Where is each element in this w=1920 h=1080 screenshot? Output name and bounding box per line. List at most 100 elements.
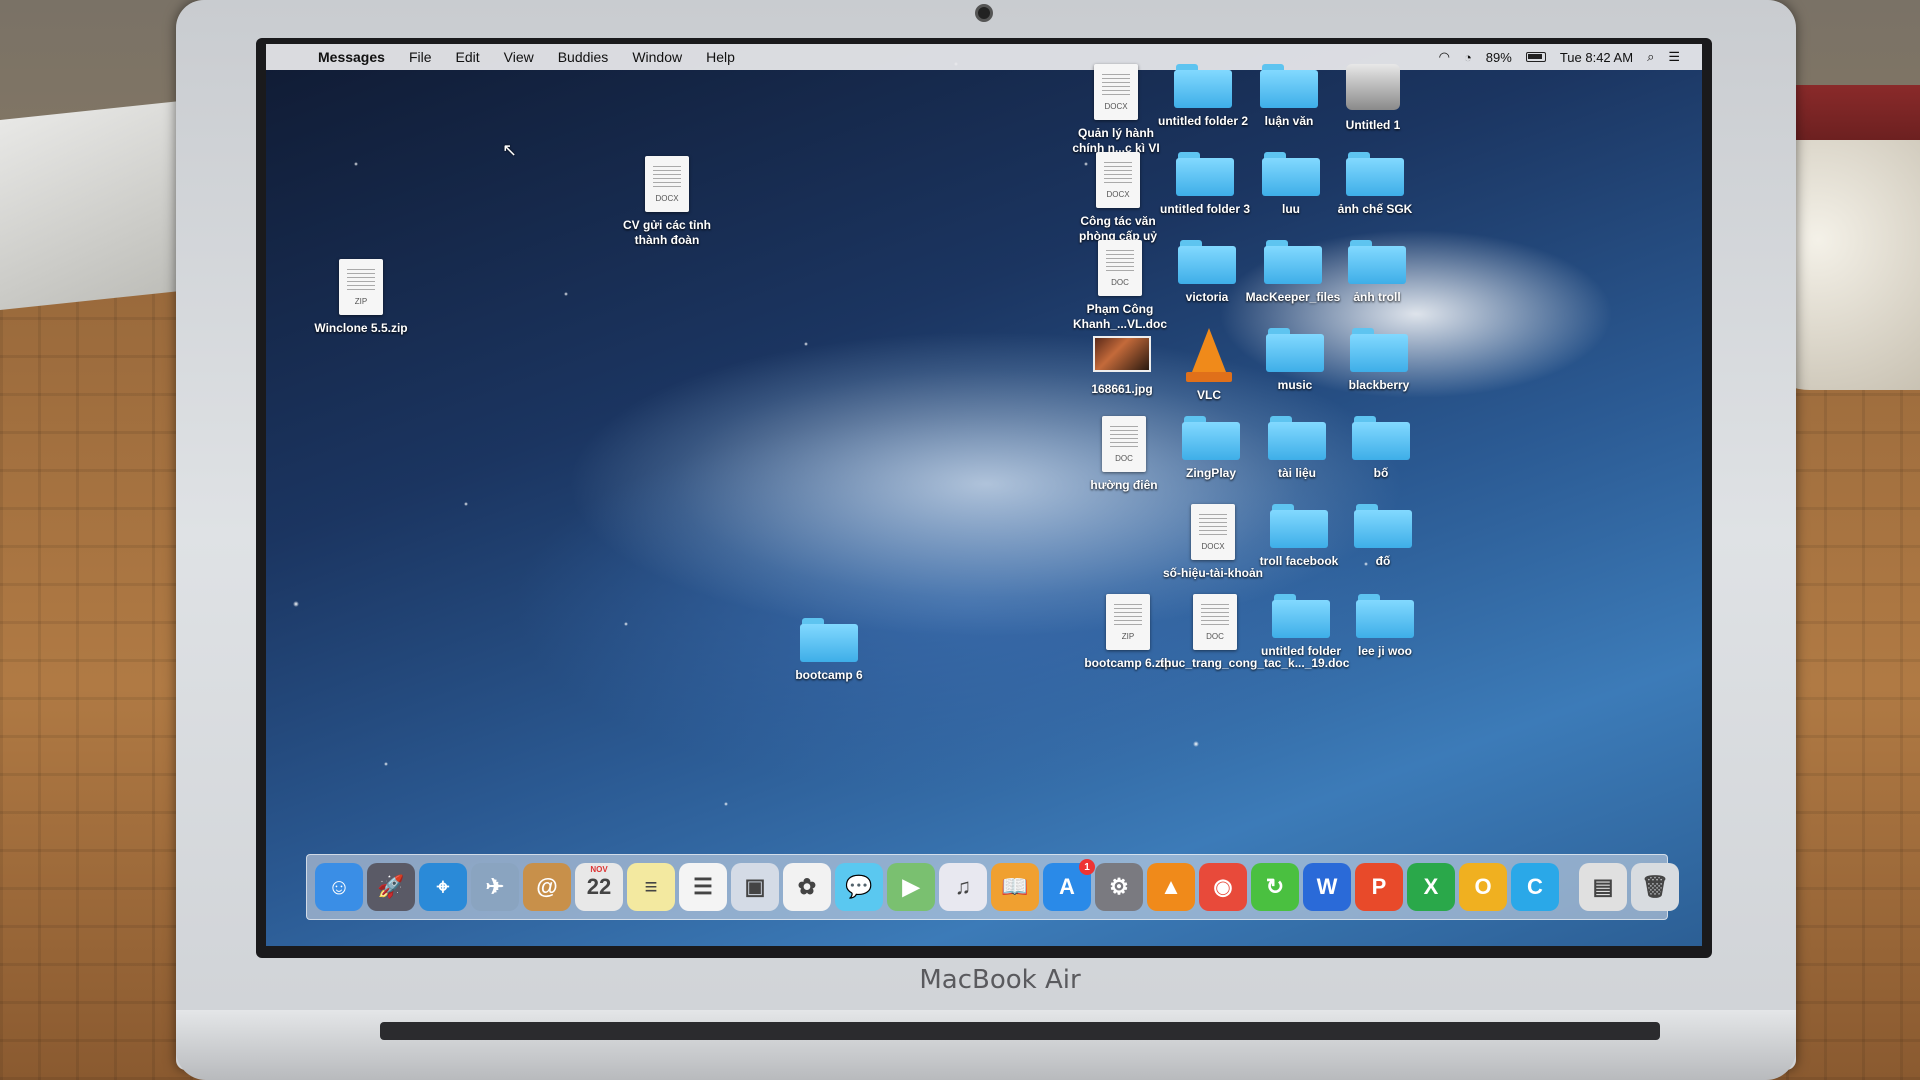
desktop-icon-item[interactable]: bố [1326, 416, 1436, 481]
zip-file-icon: ZIP [1106, 594, 1150, 650]
doc-file-icon: DOC [1102, 416, 1146, 472]
wallpaper [266, 44, 1702, 946]
word-icon[interactable]: W [1303, 863, 1351, 911]
doc-file-icon: DOC [1193, 594, 1237, 650]
battery-percent: 89% [1485, 49, 1512, 65]
folder-icon [1264, 240, 1322, 284]
desktop-icon-label: bootcamp 6 [795, 668, 863, 682]
image-file-icon [1093, 336, 1151, 372]
docx-file-icon: DOCX [1191, 504, 1235, 560]
desktop-icon-item[interactable]: blackberry [1324, 328, 1434, 393]
itunes-icon[interactable]: ♫ [939, 863, 987, 911]
vlc-icon[interactable]: ▲ [1147, 863, 1195, 911]
docx-file-icon: DOCX [1094, 64, 1138, 120]
messages-icon[interactable]: 💬 [835, 863, 883, 911]
laptop-hinge [380, 1022, 1660, 1040]
dock-glyph: ☰ [693, 874, 713, 899]
zip-file-icon: ZIP [339, 259, 383, 315]
app-store-icon[interactable]: A1 [1043, 859, 1095, 911]
spotlight-icon[interactable]: ⌕ [1647, 49, 1654, 65]
photo-booth-icon[interactable]: ▣ [731, 863, 779, 911]
clock[interactable]: Tue 8:42 AM [1560, 50, 1633, 65]
dock-glyph: 22 [586, 874, 612, 899]
notes-icon[interactable]: ≡ [627, 863, 675, 911]
dock-glyph: P [1371, 874, 1387, 899]
battery-icon[interactable] [1525, 52, 1546, 62]
dock-glyph: ☺ [327, 874, 351, 899]
facetime-icon[interactable]: ▶ [887, 863, 935, 911]
desktop-icon-label: lee ji woo [1357, 644, 1412, 658]
folder-icon [1350, 328, 1408, 372]
menu-app-messages[interactable]: Messages [306, 49, 397, 65]
refresh-app-icon[interactable]: ↻ [1251, 863, 1299, 911]
photos-icon[interactable]: ✿ [783, 863, 831, 911]
preview-icon[interactable]: ✈ [471, 863, 519, 911]
folder-icon [1268, 416, 1326, 460]
trash-icon[interactable]: 🗑 [1631, 863, 1679, 911]
c-app-icon[interactable]: C [1511, 863, 1559, 911]
powerpoint-icon[interactable]: P [1355, 863, 1403, 911]
folder-icon [1262, 152, 1320, 196]
desktop-icon-winclone-zip[interactable]: ZIP Winclone 5.5.zip [306, 259, 416, 336]
menu-buddies[interactable]: Buddies [546, 49, 621, 65]
laptop-base [176, 1010, 1796, 1080]
docx-file-icon: DOCX [645, 156, 689, 212]
dock-glyph: @ [536, 874, 558, 899]
folder-icon [1266, 328, 1324, 372]
dock-glyph: ▣ [744, 874, 766, 899]
finder-icon[interactable]: ☺ [315, 863, 363, 911]
ibooks-icon[interactable]: 📖 [991, 863, 1039, 911]
system-preferences-icon[interactable]: ⚙ [1095, 863, 1143, 911]
reminders-icon[interactable]: ☰ [679, 863, 727, 911]
status-area: ◠ ◔ 89% Tue 8:42 AM ⌕ ☰ [1439, 49, 1702, 65]
desktop-icon-item[interactable]: ảnh troll [1322, 240, 1432, 305]
documents-stack-icon[interactable]: ▤ [1579, 863, 1627, 911]
dock-glyph: ✿ [797, 874, 817, 899]
desktop-icon-bootcamp-folder[interactable]: bootcamp 6 [774, 618, 884, 683]
outlook-icon[interactable]: O [1459, 863, 1507, 911]
folder-icon [1348, 240, 1406, 284]
desktop-icon-label: blackberry [1348, 378, 1410, 392]
desktop-icon-item[interactable]: Untitled 1 [1318, 64, 1428, 133]
desktop-icon-label: Untitled 1 [1345, 118, 1401, 132]
desktop-icon-item[interactable]: đố [1328, 504, 1438, 569]
launchpad-icon[interactable]: 🚀 [367, 863, 415, 911]
dock-glyph: O [1474, 874, 1492, 899]
menu-edit[interactable]: Edit [444, 49, 492, 65]
dock-glyph: X [1423, 874, 1439, 899]
dock-glyph: ▲ [1160, 874, 1182, 899]
dock-glyph: ✈ [485, 874, 505, 899]
menu-view[interactable]: View [492, 49, 546, 65]
chrome-icon[interactable]: ◉ [1199, 863, 1247, 911]
screen: Messages File Edit View Buddies Window H… [266, 44, 1702, 946]
excel-icon[interactable]: X [1407, 863, 1455, 911]
desktop-icon-item[interactable]: ảnh chế SGK [1320, 152, 1430, 217]
desktop-icon-label: bố [1373, 466, 1389, 480]
menu-file[interactable]: File [397, 49, 444, 65]
contacts-icon[interactable]: @ [523, 863, 571, 911]
dock-glyph: W [1316, 874, 1338, 899]
folder-icon [1260, 64, 1318, 108]
desktop-icon-cv-docx[interactable]: DOCX CV gửi các tỉnh thành đoàn [612, 156, 722, 248]
dock-glyph: 📖 [1001, 874, 1029, 899]
doc-file-icon: DOC [1098, 240, 1142, 296]
desktop-icon-label: ảnh chế SGK [1337, 202, 1413, 216]
folder-icon [800, 618, 858, 662]
dock-glyph: 🗑 [1641, 874, 1669, 899]
desktop-icon-label: Winclone 5.5.zip [314, 321, 408, 335]
folder-icon [1270, 504, 1328, 548]
dock-glyph: ♫ [954, 874, 972, 899]
notification-center-icon[interactable]: ☰ [1668, 49, 1680, 65]
camera-icon [975, 4, 993, 22]
calendar-icon[interactable]: 22 NOV [575, 863, 623, 911]
folder-icon [1178, 240, 1236, 284]
folder-icon [1356, 594, 1414, 638]
wifi-icon[interactable]: ◠ [1439, 49, 1450, 65]
desktop-icon-item[interactable]: lee ji woo [1330, 594, 1440, 659]
time-machine-icon[interactable]: ◔ [1464, 50, 1472, 65]
safari-icon[interactable]: ⌖ [419, 863, 467, 911]
menu-help[interactable]: Help [694, 49, 747, 65]
mouse-cursor-icon: ↖ [502, 140, 518, 160]
folder-icon [1354, 504, 1412, 548]
menu-window[interactable]: Window [620, 49, 694, 65]
